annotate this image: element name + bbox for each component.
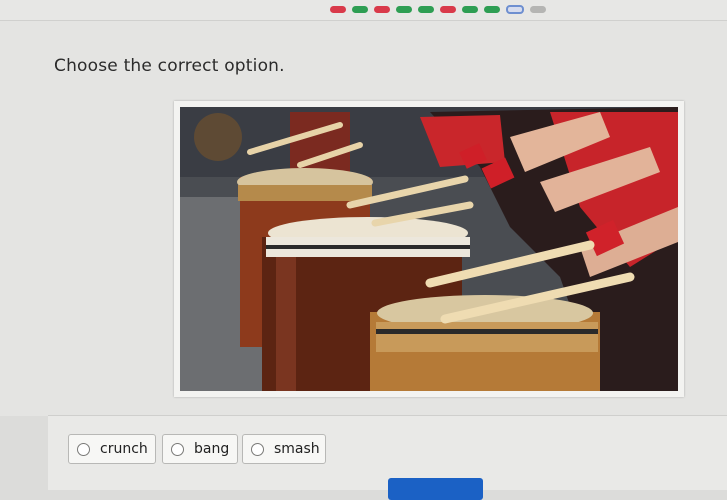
- question-prompt: Choose the correct option.: [54, 56, 285, 76]
- progress-segment: [440, 5, 456, 13]
- radio-icon[interactable]: [251, 442, 264, 456]
- progress-segment: [352, 5, 368, 13]
- radio-icon[interactable]: [77, 442, 90, 456]
- progress-segment: [462, 5, 478, 13]
- progress-segment: [374, 5, 390, 13]
- option-label: smash: [274, 441, 320, 457]
- progress-segment: [484, 5, 500, 13]
- option-bang[interactable]: bang: [162, 434, 238, 464]
- option-crunch[interactable]: crunch: [68, 434, 156, 464]
- option-label: crunch: [100, 441, 148, 457]
- option-smash[interactable]: smash: [242, 434, 326, 464]
- check-button[interactable]: [388, 478, 483, 500]
- progress-segment: [396, 5, 412, 13]
- progress-tracker: [330, 4, 546, 14]
- progress-segment: [330, 5, 346, 13]
- question-image: [180, 107, 678, 391]
- progress-segment: [418, 5, 434, 13]
- progress-segment: [506, 4, 524, 14]
- option-label: bang: [194, 441, 230, 457]
- top-bar: [0, 0, 727, 20]
- progress-segment: [530, 5, 546, 13]
- radio-icon[interactable]: [171, 442, 184, 456]
